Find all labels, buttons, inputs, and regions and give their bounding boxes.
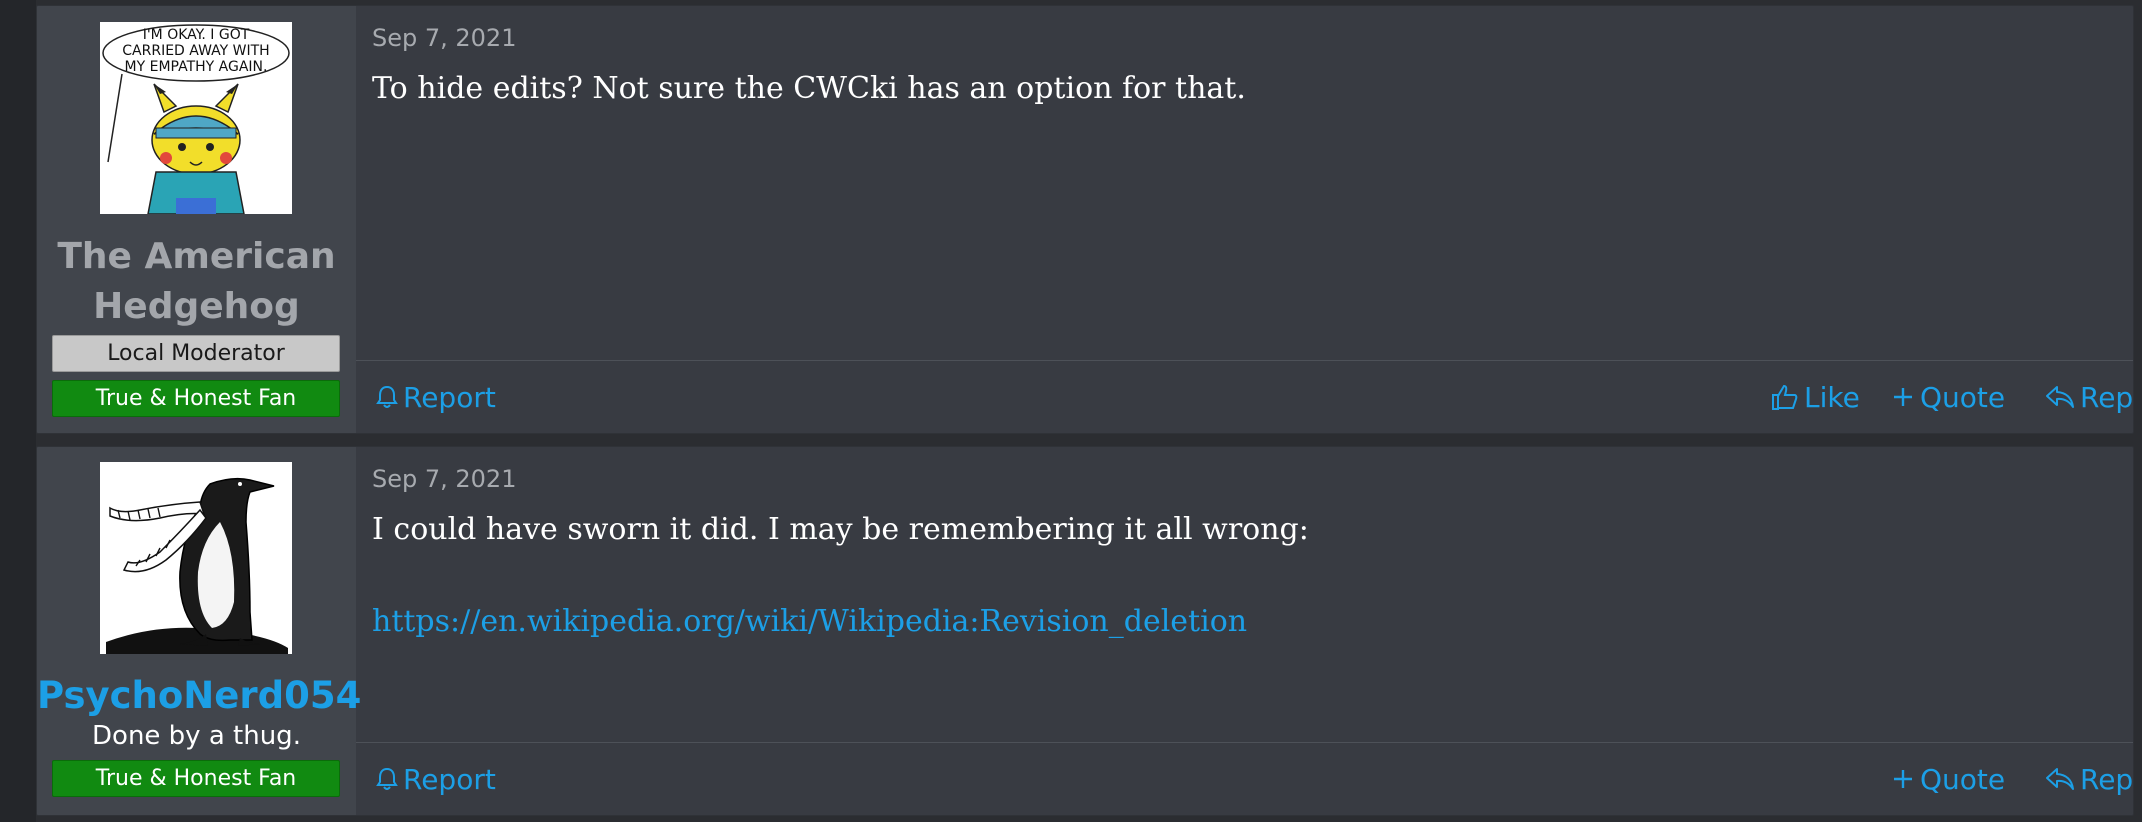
report-button[interactable]: Report [376,743,496,815]
post-link[interactable]: https://en.wikipedia.org/wiki/Wikipedia:… [372,604,1247,639]
moderator-banner: Local Moderator [52,335,340,372]
post-content: Sep 7, 2021 To hide edits? Not sure the … [356,6,2133,433]
reply-button[interactable]: Reply [2045,743,2134,815]
post-body: To hide edits? Not sure the CWCki has an… [372,66,2113,112]
plus-icon [1894,388,1912,406]
post-user-info: I'M OKAY. I GOT CARRIED AWAY WITH MY EMP… [37,6,356,433]
post-user-info: PsychoNerd054 Done by a thug. True & Hon… [37,447,361,815]
user-banner: True & Honest Fan [52,380,340,417]
avatar[interactable] [100,462,292,654]
reply-label: Reply [2080,380,2134,414]
post-text: I could have sworn it did. I may be reme… [372,512,1309,547]
post: PsychoNerd054 Done by a thug. True & Hon… [36,446,2134,816]
report-label: Report [403,762,496,796]
report-label: Report [403,380,496,414]
like-label: Like [1804,380,1860,414]
post-body: I could have sworn it did. I may be reme… [372,507,2113,645]
username[interactable]: The American Hedgehog [37,232,356,332]
reply-icon [2046,768,2074,790]
post-date[interactable]: Sep 7, 2021 [372,464,516,494]
post-actions: Report Quote Reply [356,742,2133,815]
username[interactable]: PsychoNerd054 [37,672,361,720]
reply-button[interactable]: Reply [2045,361,2134,433]
thumbs-up-icon [1772,384,1798,410]
avatar-caption-line: CARRIED AWAY WITH [122,43,269,59]
post: I'M OKAY. I GOT CARRIED AWAY WITH MY EMP… [36,5,2134,434]
post-date[interactable]: Sep 7, 2021 [372,23,516,53]
quote-button[interactable]: Quote [1891,743,2005,815]
post-text: To hide edits? Not sure the CWCki has an… [372,71,1246,106]
avatar-caption-line: MY EMPATHY AGAIN. [125,59,268,75]
avatar[interactable]: I'M OKAY. I GOT CARRIED AWAY WITH MY EMP… [100,22,292,214]
quote-label: Quote [1920,380,2006,414]
report-button[interactable]: Report [376,361,496,433]
page-gutter [0,0,36,822]
reply-label: Reply [2080,762,2134,796]
quote-label: Quote [1920,762,2006,796]
user-banner: True & Honest Fan [52,760,340,797]
plus-icon [1894,770,1912,788]
reply-icon [2046,386,2074,408]
user-title: Done by a thug. [92,721,301,751]
thread-view: I'M OKAY. I GOT CARRIED AWAY WITH MY EMP… [0,0,2142,822]
avatar-caption-line: I'M OKAY. I GOT [143,27,250,43]
post-actions: Report Like Quote Reply [356,360,2133,433]
like-button[interactable]: Like [1771,361,1860,433]
bell-icon [376,385,398,408]
paragraph-break [372,553,2113,599]
quote-button[interactable]: Quote [1891,361,2005,433]
bell-icon [376,767,398,790]
post-content: Sep 7, 2021 I could have sworn it did. I… [356,447,2133,815]
